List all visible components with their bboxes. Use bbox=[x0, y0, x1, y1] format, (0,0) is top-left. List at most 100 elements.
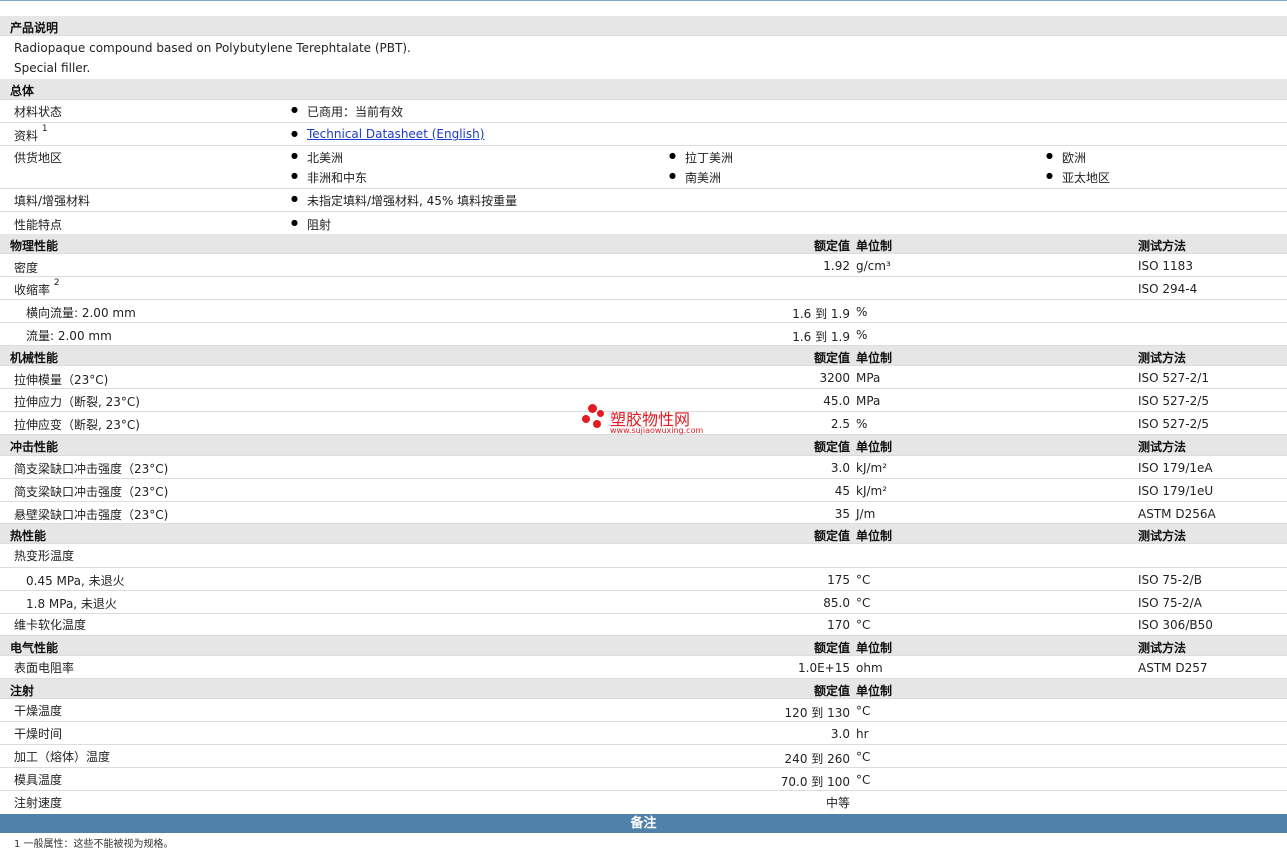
row-label: 流量: 2.00 mm bbox=[26, 329, 112, 343]
region-item: 北美洲 bbox=[291, 149, 343, 166]
row-value: 1.92 bbox=[823, 259, 850, 273]
row-label: 1.8 MPa, 未退火 bbox=[26, 597, 117, 611]
row-test: ISO 306/B50 bbox=[1138, 618, 1213, 632]
table-row: 模具温度 70.0 到 100 °C bbox=[0, 768, 1287, 791]
footnote-text: 1 一般属性：这些不能被视为规格。 bbox=[14, 839, 174, 850]
general-row-filler: 填料/增强材料 未指定填料/增强材料, 45% 填料按重量 bbox=[0, 189, 1287, 212]
section-title: 热性能 bbox=[10, 529, 47, 543]
row-label: 模具温度 bbox=[14, 773, 63, 787]
row-value: 45.0 bbox=[823, 394, 850, 408]
table-row: 干燥温度 120 到 130 °C bbox=[0, 699, 1287, 722]
row-unit: ohm bbox=[856, 661, 883, 675]
row-unit: °C bbox=[856, 573, 871, 587]
row-test: ISO 75-2/B bbox=[1138, 573, 1202, 587]
header-test: 测试方法 bbox=[1138, 440, 1187, 454]
row-label: 填料/增强材料 bbox=[14, 194, 91, 208]
table-row: 注射速度 中等 bbox=[0, 791, 1287, 814]
table-row: 干燥时间 3.0 hr bbox=[0, 722, 1287, 745]
row-label: 悬壁梁缺口冲击强度（23°C) bbox=[14, 508, 169, 522]
table-row: 热变形温度 bbox=[0, 544, 1287, 568]
row-label: 干燥时间 bbox=[14, 727, 63, 741]
table-row: 悬壁梁缺口冲击强度（23°C) 35 J/m ASTM D256A bbox=[0, 502, 1287, 524]
table-row: 维卡软化温度 170 °C ISO 306/B50 bbox=[0, 614, 1287, 636]
section-header-mechanical: 机械性能 额定值 单位制 测试方法 bbox=[0, 346, 1287, 366]
row-unit: % bbox=[856, 417, 868, 431]
table-row: 简支梁缺口冲击强度（23°C) 45 kJ/m² ISO 179/1eU bbox=[0, 479, 1287, 502]
row-label: 材料状态 bbox=[14, 105, 63, 119]
row-label: 简支梁缺口冲击强度（23°C) bbox=[14, 462, 169, 476]
row-unit: J/m bbox=[856, 507, 876, 521]
header-test: 测试方法 bbox=[1138, 239, 1187, 253]
description-block: Radiopaque compound based on Polybutylen… bbox=[0, 36, 1287, 80]
row-test: ISO 179/1eA bbox=[1138, 461, 1213, 475]
row-value: 85.0 bbox=[823, 596, 850, 610]
header-value: 额定值 bbox=[813, 440, 850, 454]
header-unit: 单位制 bbox=[856, 351, 893, 365]
row-test: ISO 527-2/5 bbox=[1138, 417, 1209, 431]
header-value: 额定值 bbox=[813, 641, 850, 655]
table-row: 0.45 MPa, 未退火 175 °C ISO 75-2/B bbox=[0, 568, 1287, 591]
region-item: 亚太地区 bbox=[1046, 169, 1110, 186]
section-title: 冲击性能 bbox=[10, 440, 59, 454]
row-label: 横向流量: 2.00 mm bbox=[26, 306, 136, 320]
table-row: 流量: 2.00 mm 1.6 到 1.9 % bbox=[0, 323, 1287, 346]
datasheet-link[interactable]: Technical Datasheet (English) bbox=[307, 127, 484, 141]
row-test: ISO 75-2/A bbox=[1138, 596, 1202, 610]
row-unit: kJ/m² bbox=[856, 461, 888, 475]
section-header-electrical: 电气性能 额定值 单位制 测试方法 bbox=[0, 636, 1287, 656]
row-label: 拉伸应变（断裂, 23°C) bbox=[14, 418, 140, 432]
general-row-status: 材料状态 已商用：当前有效 bbox=[0, 100, 1287, 123]
description-line: Radiopaque compound based on Polybutylen… bbox=[14, 41, 411, 55]
section-header-injection: 注射 额定值 单位制 bbox=[0, 679, 1287, 699]
section-title: 机械性能 bbox=[10, 351, 59, 365]
row-unit: °C bbox=[856, 704, 871, 718]
row-value: 170 bbox=[827, 618, 850, 632]
row-value: 3200 bbox=[819, 371, 850, 385]
row-test: ISO 527-2/1 bbox=[1138, 371, 1209, 385]
table-row: 简支梁缺口冲击强度（23°C) 3.0 kJ/m² ISO 179/1eA bbox=[0, 456, 1287, 479]
row-value: 70.0 到 100 bbox=[780, 775, 850, 789]
footnote-ref: 1 bbox=[41, 124, 48, 134]
table-row: 密度 1.92 g/cm³ ISO 1183 bbox=[0, 254, 1287, 277]
row-label: 维卡软化温度 bbox=[14, 618, 87, 632]
row-label: 热变形温度 bbox=[14, 549, 75, 563]
row-value: 已商用：当前有效 bbox=[291, 103, 403, 120]
section-header-thermal: 热性能 额定值 单位制 测试方法 bbox=[0, 524, 1287, 544]
section-header-description: 产品说明 bbox=[0, 16, 1287, 36]
header-unit: 单位制 bbox=[856, 239, 893, 253]
table-row: 1.8 MPa, 未退火 85.0 °C ISO 75-2/A bbox=[0, 591, 1287, 614]
row-label: 资料 1 bbox=[14, 124, 48, 143]
notes-header: 备注 bbox=[0, 814, 1287, 833]
row-label: 干燥温度 bbox=[14, 704, 63, 718]
row-value: 中等 bbox=[825, 796, 850, 810]
top-border bbox=[0, 0, 1287, 1]
row-value: 1.0E+15 bbox=[798, 661, 850, 675]
datasheet-link-item: Technical Datasheet (English) bbox=[291, 127, 484, 141]
row-value: 35 bbox=[834, 507, 850, 521]
watermark-url: www.sujiaowuxing.com bbox=[610, 426, 704, 435]
row-test: ISO 294-4 bbox=[1138, 282, 1198, 296]
row-unit: °C bbox=[856, 618, 871, 632]
row-label: 简支梁缺口冲击强度（23°C) bbox=[14, 485, 169, 499]
row-test: ASTM D256A bbox=[1138, 507, 1216, 521]
row-value: 45 bbox=[834, 484, 850, 498]
table-row: 表面电阻率 1.0E+15 ohm ASTM D257 bbox=[0, 656, 1287, 679]
row-unit: °C bbox=[856, 773, 871, 787]
table-row: 收缩率 2 ISO 294-4 bbox=[0, 277, 1287, 300]
header-test: 测试方法 bbox=[1138, 641, 1187, 655]
section-header-physical: 物理性能 额定值 单位制 测试方法 bbox=[0, 234, 1287, 254]
row-value: 未指定填料/增强材料, 45% 填料按重量 bbox=[291, 192, 517, 209]
row-value: 2.5 bbox=[830, 417, 850, 431]
header-value: 额定值 bbox=[813, 239, 850, 253]
row-test: ISO 1183 bbox=[1138, 259, 1193, 273]
general-row-features: 性能特点 阻射 bbox=[0, 212, 1287, 234]
row-test: ASTM D257 bbox=[1138, 661, 1208, 675]
row-label: 加工（熔体）温度 bbox=[14, 750, 111, 764]
row-unit: MPa bbox=[856, 394, 881, 408]
header-unit: 单位制 bbox=[856, 529, 893, 543]
table-row: 拉伸模量（23°C) 3200 MPa ISO 527-2/1 bbox=[0, 366, 1287, 389]
row-unit: MPa bbox=[856, 371, 881, 385]
row-test: ISO 179/1eU bbox=[1138, 484, 1214, 498]
row-unit: g/cm³ bbox=[856, 259, 891, 273]
region-item: 拉丁美洲 bbox=[669, 149, 733, 166]
